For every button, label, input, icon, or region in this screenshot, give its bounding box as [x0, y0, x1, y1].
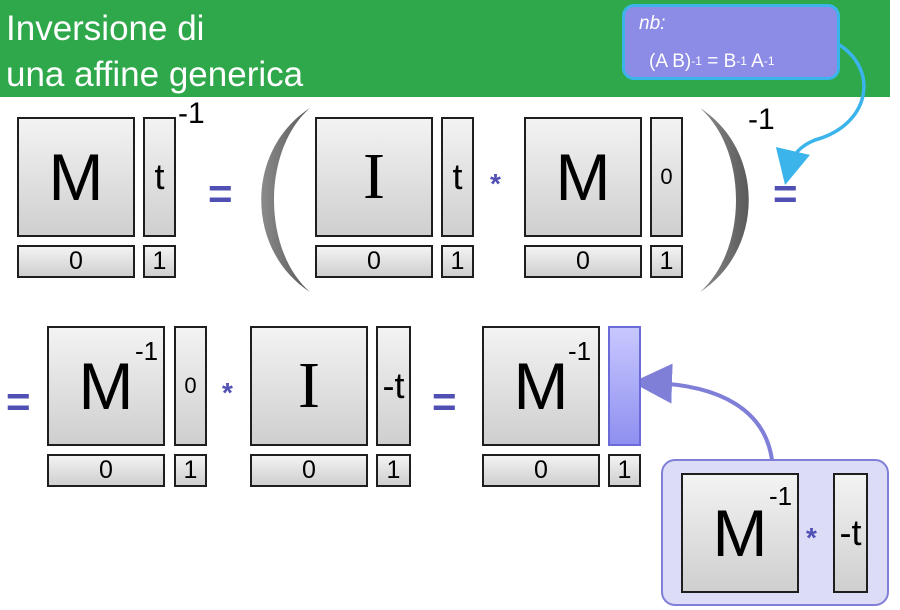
inv-corner-one: 1 — [174, 454, 207, 487]
equals-sign-2: = — [773, 170, 798, 217]
callout-column-neg-t: -t — [833, 473, 868, 593]
result-row-zero: 0 — [482, 454, 600, 487]
factor1-corner-one: 1 — [441, 245, 474, 278]
lhs-matrix-m: M — [17, 117, 135, 237]
factor2-corner-one: 1 — [650, 245, 683, 278]
lhs-column-t: t — [143, 117, 176, 237]
left-parenthesis — [261, 108, 310, 292]
lhs-exponent: -1 — [178, 97, 205, 130]
result-column-highlighted — [608, 326, 641, 446]
inv-matrix-exponent: -1 — [135, 336, 159, 366]
equals-sign-1: = — [208, 170, 233, 217]
translation-row-zero: 0 — [250, 454, 368, 487]
factor1-column-t: t — [441, 117, 474, 237]
note-arrow — [775, 42, 866, 186]
lhs-row-zero: 0 — [17, 245, 135, 278]
inv-column-zero: 0 — [174, 326, 207, 446]
translation-corner-one: 1 — [376, 454, 411, 487]
inv-row-zero: 0 — [47, 454, 165, 487]
right-parenthesis — [700, 108, 749, 292]
callout-multiply-sign: * — [806, 522, 817, 553]
factor2-column-zero: 0 — [650, 117, 683, 237]
callout-matrix-exponent: -1 — [769, 481, 793, 511]
multiply-sign-2: * — [222, 377, 233, 408]
result-corner-one: 1 — [608, 454, 641, 487]
translation-matrix-identity: I — [250, 326, 368, 446]
factor2-matrix-m: M — [524, 117, 642, 237]
result-matrix-exponent: -1 — [568, 336, 592, 366]
equals-sign-3: = — [6, 378, 31, 425]
multiply-sign-1: * — [490, 168, 501, 199]
product-exponent: -1 — [748, 103, 775, 136]
callout-arrow — [632, 363, 774, 461]
translation-column-neg-t: -t — [376, 326, 411, 446]
equals-sign-4: = — [432, 378, 457, 425]
factor1-matrix-identity: I — [315, 117, 433, 237]
factor2-row-zero: 0 — [524, 245, 642, 278]
lhs-corner-one: 1 — [143, 245, 176, 278]
factor1-row-zero: 0 — [315, 245, 433, 278]
